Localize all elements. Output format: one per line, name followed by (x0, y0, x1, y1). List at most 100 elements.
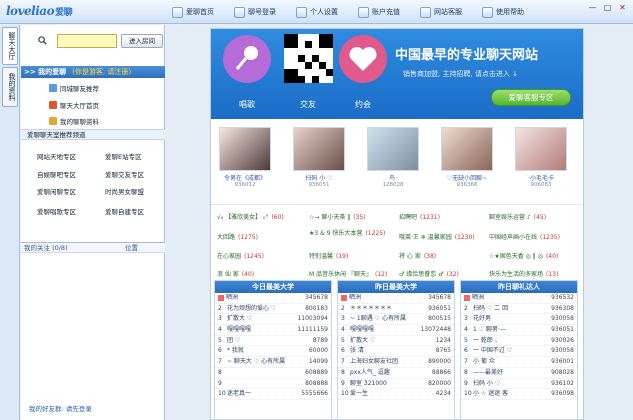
table-row[interactable]: 7 ~ 聊天大 ♡ 心有所属 14099 (215, 357, 331, 368)
sing-label: 唱歌 (239, 100, 255, 109)
maximize-button[interactable]: □ (601, 3, 614, 14)
nav-settings[interactable]: 个人设置 (296, 5, 338, 19)
my-love-item-profile[interactable]: 我的聊聊资料 (49, 116, 99, 126)
zone-item[interactable]: 自娱聊吧专区 (37, 169, 76, 179)
room-link[interactable]: 快乐为生活的多家场 (13) (489, 269, 558, 278)
room-link[interactable]: ♂ 缘恰思眷恋 ♂ (32) (399, 269, 459, 278)
customer-service-button[interactable]: 爱聊客服专区 (491, 89, 571, 106)
table-row[interactable]: 6 * 我就 60000 (215, 346, 331, 358)
featured-user[interactable]: 扫码 小 ♡ 936051 (289, 127, 349, 189)
attention-list-header: 我的关注 (0/8) 位置 (21, 242, 165, 253)
table-row[interactable]: 3 ~ 1聊遇 ♡ 心有所属 800515 (338, 314, 454, 326)
friend-group-status[interactable]: 我的好友群: 请先登录 (29, 403, 92, 413)
avatar (293, 127, 345, 171)
room-search: 进入房间 (21, 34, 165, 50)
dating-circle[interactable] (339, 35, 387, 83)
my-love-item-hall[interactable]: 聊天大厅首页 (49, 100, 99, 110)
table-row[interactable]: 4 嘎嘎嘎嘎 11111159 (215, 325, 331, 336)
table-row[interactable]: 10 爱一生 4234 (338, 389, 454, 400)
featured-user[interactable]: 鸟· 128028 (363, 127, 423, 189)
table-row[interactable]: 10 迷老真一 5555666 (215, 389, 331, 400)
house-icon (49, 101, 57, 109)
featured-user[interactable]: ♡无缺小回聊~ 936366 (437, 127, 497, 189)
room-link[interactable]: M 品音乐休闲 『聊天』 (12) (309, 269, 387, 278)
table-row[interactable]: 9 扫码 小 ♡ 936102 (461, 379, 577, 390)
microphone-icon (235, 46, 258, 70)
table-row[interactable]: 5 扩散大 ♡ 1234 (338, 336, 454, 347)
my-love-item-nearby[interactable]: 同城聊友推荐 (49, 83, 99, 93)
table-row[interactable]: 晒洲 345678 (215, 293, 331, 304)
room-link[interactable]: ☆★国色天香 ◎ ‖ ◎ (40) (489, 251, 558, 260)
tab-chat-hall[interactable]: 聊天大厅 (2, 27, 18, 65)
zone-item[interactable]: 爱聊交友专区 (105, 169, 144, 179)
table-row[interactable]: 10 小 ☆ 迷迷 客 936098 (461, 389, 577, 400)
sing-circle[interactable] (223, 35, 271, 83)
table-row[interactable]: 7 上海妇女聊友社团 890000 (338, 357, 454, 368)
table-row[interactable]: 8 608889 (215, 368, 331, 379)
room-link[interactable]: ★3 & 9 快乐大本营 (1225) (309, 228, 385, 237)
zone-item[interactable]: 时尚男女聊盟 (105, 186, 144, 196)
table-row[interactable]: 9 聊室 321000 820000 (338, 379, 454, 390)
close-button[interactable]: ✕ (616, 3, 629, 14)
my-love-header[interactable]: >> 我的爱聊 (你是游客, 请注册) (21, 66, 165, 78)
table-row[interactable]: 41 ♡ 聊男·— 936051 (461, 325, 577, 336)
featured-user[interactable]: 令男在《成都》 936012 (215, 127, 275, 189)
nav-recharge[interactable]: 账户充值 (358, 5, 400, 19)
qr-code (284, 34, 333, 83)
channel-header[interactable]: 爱聊聊天室推荐频道 (21, 129, 165, 140)
nav-help[interactable]: 使用帮助 (482, 5, 524, 19)
search-input[interactable] (57, 34, 117, 48)
heart-icon (349, 47, 377, 71)
table-row[interactable]: 7小 葡 众 936001 (461, 357, 577, 368)
table-row[interactable]: 2 花为烦想的爱心 ♡ 800183 (215, 304, 331, 315)
table-row[interactable]: 6一 中国不过 ♡ 930058 (461, 346, 577, 358)
nav-home[interactable]: 爱聊首页 (172, 5, 214, 19)
promo-banner[interactable]: 唱歌 交友 约会 中国最早的专业聊天网站 销售商加盟, 主持招聘, 请点击进入 … (211, 29, 583, 119)
zone-item[interactable]: 爱聊唱歌专区 (37, 206, 76, 216)
room-link[interactable]: 特别温馨 (19) (309, 251, 348, 260)
minimize-button[interactable]: — (586, 3, 599, 14)
table-row[interactable]: 晒洲 936532 (461, 293, 577, 304)
app-logo: loveliao爱聊 (6, 4, 73, 18)
ranking-today: 今日最美大学 晒洲 345678 2 花为烦想的爱心 ♡ 800183 3 扩散大 ♡ 1… (214, 280, 332, 420)
zone-item[interactable]: 网站天地专区 (37, 151, 76, 161)
tab-my-profile[interactable]: 我的资料 (2, 67, 18, 107)
table-row[interactable]: 6张 清 8765 (338, 346, 454, 358)
table-row[interactable]: 8 ——最美好 908028 (461, 368, 577, 379)
room-link[interactable]: 将 心 家 (38) (399, 251, 436, 260)
room-link[interactable]: ☆→ 聊小天茶 ‖ (35) (309, 212, 366, 221)
dating-label: 约会 (355, 100, 371, 109)
table-row[interactable]: 9 808888 (215, 379, 331, 390)
table-row[interactable]: 2 扫码 ♡ 二 回 936308 (461, 304, 577, 315)
room-link[interactable]: 浪 仙 家 (40) (217, 269, 254, 278)
featured-user[interactable]: ·小毛毛卡 906083 (511, 127, 571, 189)
enter-room-button[interactable]: 进入房间 (121, 34, 163, 48)
room-link[interactable]: 在心家园 (1245) (217, 251, 264, 260)
banner-title: 中国最早的专业聊天网站 (395, 48, 539, 63)
table-row[interactable]: 晒洲 345678 (338, 293, 454, 304)
table-row[interactable]: 3 花好男 930058 (461, 314, 577, 326)
room-link[interactable]: 大回路 (1275) (217, 232, 258, 241)
banner-subtitle: 销售商加盟, 主持招聘, 请点击进入 ↓ (403, 70, 518, 78)
avatar (515, 127, 567, 171)
zone-item[interactable]: 爱聊闲聊专区 (37, 186, 76, 196)
zone-item[interactable]: 爱聊自建专区 (105, 206, 144, 216)
help-icon (482, 6, 493, 18)
zone-item[interactable]: 爱聊E站专区 (105, 151, 142, 161)
room-link[interactable]: 聊室娱乐运营 ♪ (45) (489, 212, 546, 221)
room-link[interactable]: √₆ 【雅欣美女】 ₀° (60) (217, 212, 284, 221)
table-row[interactable]: 8 pxx人气_ 逗趣 88866 (338, 368, 454, 379)
ranking-title: 昨日最美大学 (338, 281, 454, 293)
table-row[interactable]: 2 ＊＊＊＊＊＊＊ 936051 (338, 304, 454, 315)
window-controls: — □ ✕ (584, 3, 629, 14)
nav-login[interactable]: 聊号登录 (234, 5, 276, 19)
folder-icon (49, 117, 57, 125)
room-link[interactable]: 哦莱·王 ❄ 温馨家园 (1230) (399, 232, 475, 241)
room-link[interactable]: 中国经声画小在线 (1235) (489, 232, 560, 241)
table-row[interactable]: 5一 乾郎 、 930026 (461, 336, 577, 347)
table-row[interactable]: 5团 ♡ 8789 (215, 336, 331, 347)
nav-support[interactable]: 网站客服 (420, 5, 462, 19)
table-row[interactable]: 3 扩散大 ♡ 11003094 (215, 314, 331, 326)
room-link[interactable]: 招聘吧 (1231) (399, 212, 440, 221)
table-row[interactable]: 4 嘎嘎嘎嘎 13072448 (338, 325, 454, 336)
